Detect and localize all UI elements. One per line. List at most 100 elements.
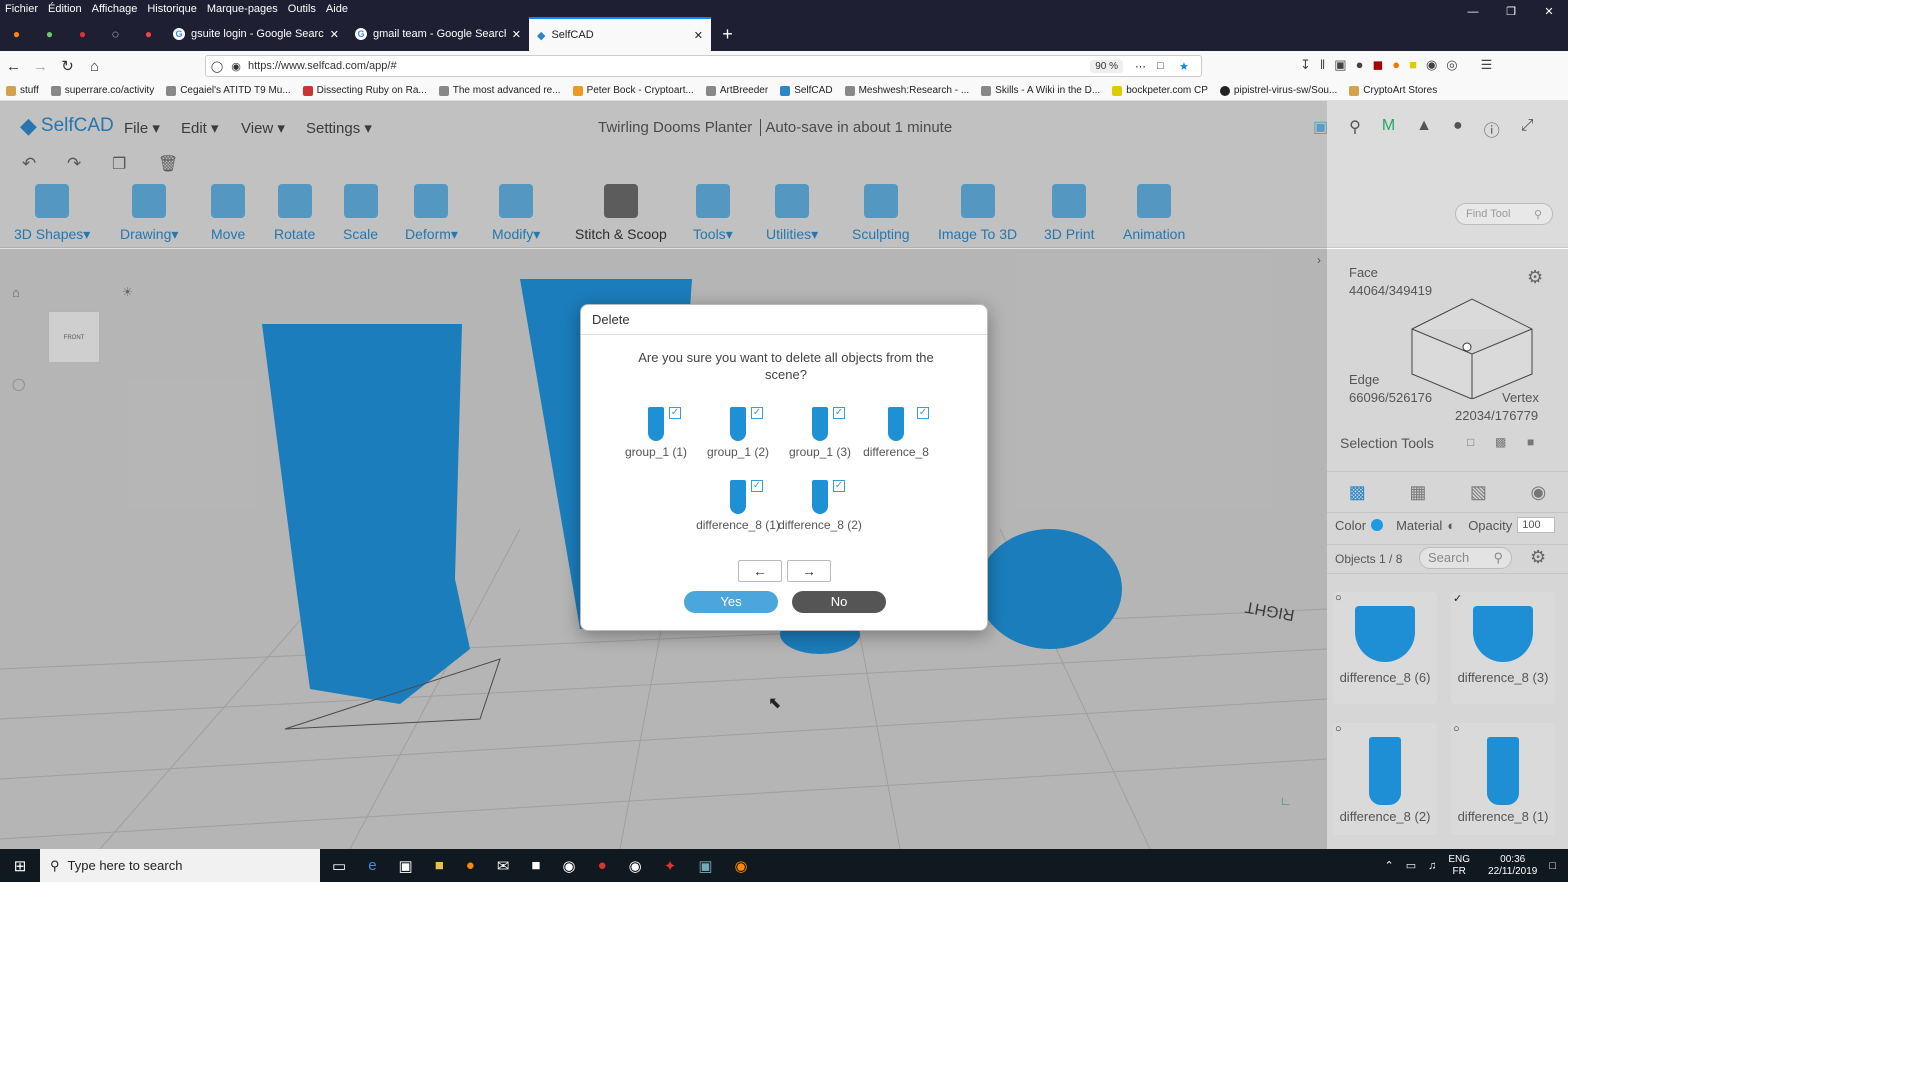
tab-gsuite[interactable]: Ggsuite login - Google Search ✕ [165, 17, 347, 51]
settings-gear-icon[interactable]: ⚙ [1527, 267, 1543, 288]
clock-time[interactable]: 00:36 [1488, 854, 1537, 866]
url-bar[interactable]: ◯ ◉ https://www.selfcad.com/app/# 90 % ⋯… [205, 55, 1202, 77]
app-icon[interactable]: ■ [531, 857, 540, 875]
app4-icon[interactable]: ▣ [698, 857, 712, 875]
download-icon[interactable]: ↧ [1300, 57, 1311, 73]
delete-item[interactable]: ✓ group_1 (3) [775, 407, 865, 459]
edge-browser-icon[interactable]: e [368, 857, 376, 875]
next-page-button[interactable]: → [787, 560, 831, 582]
object-mode-icon[interactable]: ▩ [1349, 482, 1366, 503]
bell-icon[interactable]: ▲ [1416, 117, 1432, 141]
face-label[interactable]: Face [1349, 265, 1378, 280]
checkbox-checked-icon[interactable]: ✓ [751, 480, 763, 492]
object-card-1[interactable]: ○ difference_8 (6) [1333, 592, 1437, 704]
pinned-tab-4[interactable]: ◌ [99, 17, 132, 51]
edge-mode-icon[interactable]: ▧ [1470, 482, 1487, 503]
menu-marque-pages[interactable]: Marque-pages [202, 3, 283, 15]
object-radio[interactable]: ○ [1335, 723, 1342, 735]
bookmark-star-icon[interactable]: ★ [1179, 60, 1201, 73]
tab-selfcad[interactable]: ◆ SelfCAD ✕ [529, 17, 711, 51]
delete-item[interactable]: ✓ group_1 (2) [693, 407, 783, 459]
pinned-tab-2[interactable]: ● [33, 17, 66, 51]
mail-icon[interactable]: ✉ [497, 857, 510, 875]
pinned-tab-5[interactable]: ● [132, 17, 165, 51]
bookmark-stuff[interactable]: stuff [0, 85, 45, 96]
sidebar-icon[interactable]: ▣ [1334, 57, 1346, 73]
bookmark-superrare[interactable]: superrare.co/activity [45, 85, 160, 96]
task-view-icon[interactable]: ▭ [332, 857, 346, 875]
hamburger-menu-icon[interactable]: ☰ [1481, 57, 1493, 73]
new-tab-button[interactable]: + [711, 17, 744, 51]
tab-close-icon[interactable]: ✕ [330, 28, 339, 41]
volume-icon[interactable]: ♫ [1428, 860, 1436, 872]
share-icon[interactable]: ⚲ [1349, 117, 1361, 141]
object-search-input[interactable]: Search ⚲ [1419, 547, 1512, 569]
app3-icon[interactable]: ✦ [664, 857, 677, 875]
select-paint-icon[interactable]: ▩ [1495, 435, 1506, 449]
page-actions-icon[interactable]: ⋯ [1135, 60, 1157, 73]
library-icon[interactable]: ‖ [1320, 57, 1325, 73]
extension-icon[interactable]: ● [1356, 57, 1364, 73]
opacity-input[interactable]: 100 [1517, 517, 1556, 533]
checkbox-checked-icon[interactable]: ✓ [917, 407, 929, 419]
fox-icon[interactable]: ● [1392, 57, 1400, 73]
object-radio[interactable]: ○ [1335, 592, 1342, 604]
back-icon[interactable]: ← [0, 58, 27, 75]
bookmark-ruby[interactable]: Dissecting Ruby on Ra... [297, 85, 433, 96]
pinned-tab-1[interactable]: ● [0, 17, 33, 51]
object-card-4[interactable]: ○ difference_8 (1) [1451, 723, 1555, 835]
store-icon[interactable]: ▣ [399, 857, 413, 875]
zoom-level[interactable]: 90 % [1090, 59, 1123, 73]
tray-chevron-icon[interactable]: ⌃ [1384, 859, 1393, 872]
object-card-3[interactable]: ○ difference_8 (2) [1333, 723, 1437, 835]
bookmark-cryptoart[interactable]: CryptoArt Stores [1343, 85, 1443, 96]
bookmark-meshwesh[interactable]: Meshwesh:Research - ... [839, 85, 976, 96]
reload-icon[interactable]: ↻ [54, 57, 81, 75]
bookmark-peterbock[interactable]: Peter Bock - Cryptoart... [567, 85, 700, 96]
bookmark-artbreeder[interactable]: ArtBreeder [700, 85, 774, 96]
windows-start-icon[interactable]: ⊞ [0, 857, 40, 875]
vertex-mode-icon[interactable]: ◉ [1530, 482, 1546, 503]
menu-fichier[interactable]: Fichier [0, 3, 43, 15]
forward-icon[interactable]: → [27, 58, 54, 75]
menu-affichage[interactable]: Affichage [87, 3, 143, 15]
color-swatch[interactable] [1371, 519, 1384, 531]
face-mode-icon[interactable]: ▦ [1409, 482, 1426, 503]
tab-close-icon[interactable]: ✕ [694, 29, 703, 42]
bookmark-cegaiel[interactable]: Cegaiel's ATITD T9 Mu... [160, 85, 296, 96]
checkbox-checked-icon[interactable]: ✓ [751, 407, 763, 419]
file-explorer-icon[interactable]: ■ [435, 857, 444, 875]
lang-code[interactable]: ENG [1448, 854, 1470, 866]
notifications-icon[interactable]: □ [1549, 860, 1556, 872]
fullscreen-icon[interactable]: ⤢ [1521, 117, 1534, 141]
steam-icon[interactable]: ◉ [629, 857, 642, 875]
bookmark-advanced[interactable]: The most advanced re... [433, 85, 567, 96]
pinned-tab-3[interactable]: ● [66, 17, 99, 51]
blender-icon[interactable]: ◉ [735, 857, 748, 875]
object-checked-icon[interactable]: ✓ [1453, 592, 1462, 605]
app2-icon[interactable]: ◉ [562, 857, 575, 875]
material-icon[interactable]: ◐ [1447, 518, 1455, 533]
edge-label[interactable]: Edge [1349, 372, 1379, 387]
checkbox-checked-icon[interactable]: ✓ [669, 407, 681, 419]
select-solid-icon[interactable]: ■ [1527, 435, 1534, 449]
vertex-label[interactable]: Vertex [1502, 390, 1539, 405]
delete-item[interactable]: ✓ group_1 (1) [611, 407, 701, 459]
info-icon[interactable]: ⓘ [1484, 117, 1500, 141]
checkbox-checked-icon[interactable]: ✓ [833, 480, 845, 492]
menu-outils[interactable]: Outils [283, 3, 321, 15]
no-button[interactable]: No [792, 591, 886, 613]
bookmark-skills[interactable]: Skills - A Wiki in the D... [975, 85, 1106, 96]
object-card-2[interactable]: ✓ difference_8 (3) [1451, 592, 1555, 704]
firefox-icon[interactable]: ● [466, 857, 475, 875]
delete-item[interactable]: ✓ difference_8 [857, 407, 935, 459]
menu-edition[interactable]: Édition [43, 3, 87, 15]
menu-aide[interactable]: Aide [321, 3, 353, 15]
prev-page-button[interactable]: ← [738, 560, 782, 582]
home-icon[interactable]: ⌂ [81, 58, 108, 75]
delete-item[interactable]: ✓ difference_8 (1) [693, 480, 783, 532]
list-settings-icon[interactable]: ⚙ [1530, 547, 1546, 568]
collapse-panel-icon[interactable]: › [1317, 253, 1321, 267]
find-tool-input[interactable]: Find Tool ⚲ [1455, 203, 1553, 225]
yes-button[interactable]: Yes [684, 591, 778, 613]
